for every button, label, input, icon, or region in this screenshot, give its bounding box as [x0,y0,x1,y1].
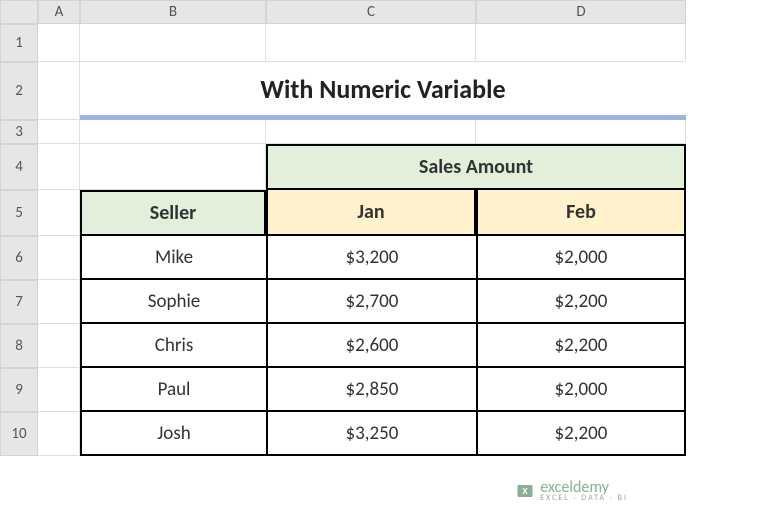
watermark-text: exceldemy EXCEL · DATA · BI [540,480,628,502]
row-header-5[interactable]: 5 [0,190,38,236]
feb-cell[interactable]: $2,200 [476,324,686,368]
select-all-corner[interactable] [0,0,38,24]
cell-a2[interactable] [38,62,80,120]
cell-a9[interactable] [38,368,80,412]
row-header-4[interactable]: 4 [0,144,38,190]
cell-c3[interactable] [266,120,476,144]
seller-cell[interactable]: Chris [80,324,266,368]
spreadsheet-grid: A B C D 1 2 With Numeric Variable 3 4 Sa… [0,0,768,456]
cell-a3[interactable] [38,120,80,144]
jan-cell[interactable]: $3,200 [266,236,476,280]
col-header-a[interactable]: A [38,0,80,24]
cell-a4[interactable] [38,144,80,190]
feb-cell[interactable]: $2,000 [476,368,686,412]
cell-b1[interactable] [80,24,266,62]
feb-cell[interactable]: $2,200 [476,412,686,456]
row-header-10[interactable]: 10 [0,412,38,456]
feb-cell[interactable]: $2,000 [476,236,686,280]
seller-cell[interactable]: Paul [80,368,266,412]
row-header-8[interactable]: 8 [0,324,38,368]
watermark-sub: EXCEL · DATA · BI [540,494,628,502]
cell-a1[interactable] [38,24,80,62]
cell-b4[interactable] [80,144,266,190]
cell-a5[interactable] [38,190,80,236]
cell-b3[interactable] [80,120,266,144]
row-header-9[interactable]: 9 [0,368,38,412]
cell-d1[interactable] [476,24,686,62]
cell-c1[interactable] [266,24,476,62]
row-header-7[interactable]: 7 [0,280,38,324]
col-header-d[interactable]: D [476,0,686,24]
seller-header[interactable]: Seller [80,190,266,236]
jan-cell[interactable]: $2,850 [266,368,476,412]
excel-icon: X [516,482,534,500]
jan-cell[interactable]: $2,600 [266,324,476,368]
jan-cell[interactable]: $2,700 [266,280,476,324]
row-header-6[interactable]: 6 [0,236,38,280]
cell-d3[interactable] [476,120,686,144]
svg-text:X: X [523,487,529,496]
row-header-2[interactable]: 2 [0,62,38,120]
month-header-jan[interactable]: Jan [266,190,476,236]
seller-cell[interactable]: Josh [80,412,266,456]
cell-a7[interactable] [38,280,80,324]
cell-a8[interactable] [38,324,80,368]
seller-cell[interactable]: Mike [80,236,266,280]
seller-cell[interactable]: Sophie [80,280,266,324]
col-header-b[interactable]: B [80,0,266,24]
watermark: X exceldemy EXCEL · DATA · BI [516,480,628,502]
row-header-3[interactable]: 3 [0,120,38,144]
cell-a6[interactable] [38,236,80,280]
jan-cell[interactable]: $3,250 [266,412,476,456]
feb-cell[interactable]: $2,200 [476,280,686,324]
sales-amount-header[interactable]: Sales Amount [266,144,686,190]
month-header-feb[interactable]: Feb [476,190,686,236]
cell-a10[interactable] [38,412,80,456]
page-title[interactable]: With Numeric Variable [80,62,686,120]
row-header-1[interactable]: 1 [0,24,38,62]
col-header-c[interactable]: C [266,0,476,24]
